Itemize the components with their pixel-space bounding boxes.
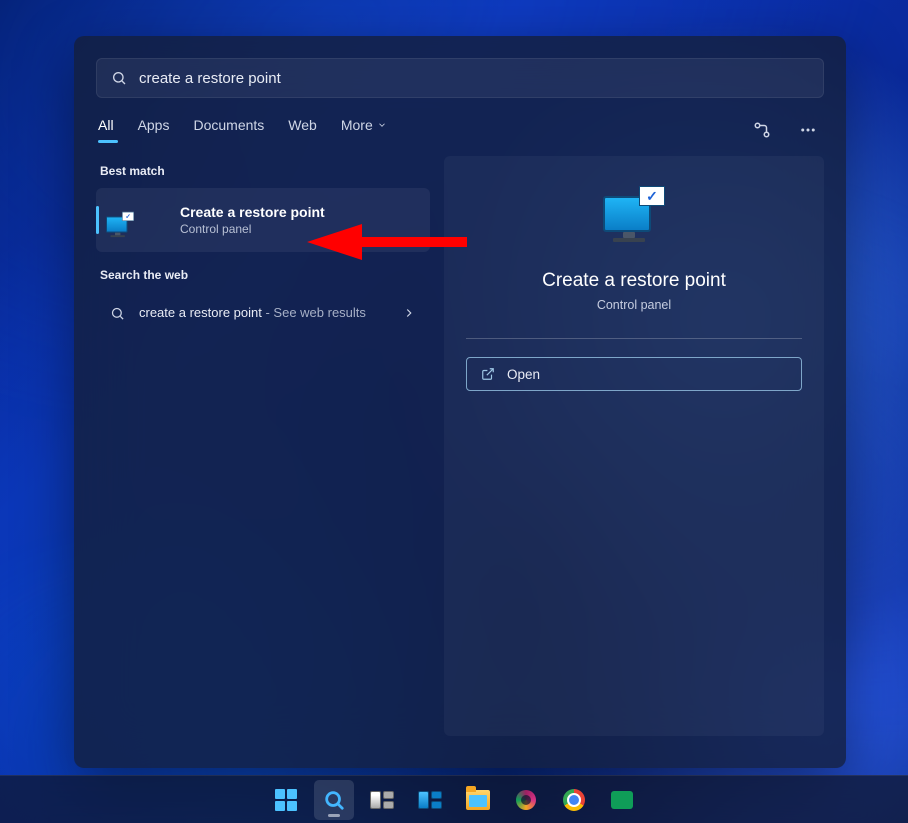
open-button-label: Open [507, 367, 540, 382]
quick-search-options-button[interactable] [748, 116, 776, 144]
preview-title: Create a restore point [542, 270, 726, 292]
result-subtitle: Control panel [180, 222, 325, 236]
web-result-text: create a restore point - See web results [139, 304, 388, 322]
desktop-wallpaper: All Apps Documents Web More Bes [0, 0, 908, 823]
preview-app-icon: ✓ [603, 186, 665, 244]
chrome-icon [563, 789, 585, 811]
tab-web[interactable]: Web [288, 117, 317, 143]
widgets-icon [418, 791, 442, 809]
open-external-icon [481, 367, 495, 381]
search-box[interactable] [96, 58, 824, 98]
result-title: Create a restore point [180, 204, 325, 220]
chevron-right-icon [402, 306, 416, 320]
search-input[interactable] [139, 70, 809, 87]
taskbar-start-button[interactable] [266, 780, 306, 820]
taskbar-app-loading[interactable] [506, 780, 546, 820]
taskbar-chrome[interactable] [554, 780, 594, 820]
search-icon [111, 70, 127, 86]
tab-more-label: More [341, 117, 373, 133]
taskbar [0, 775, 908, 823]
preview-subtitle: Control panel [597, 298, 671, 312]
open-button[interactable]: Open [466, 357, 802, 391]
result-thumbnail: ✓ [106, 211, 134, 229]
section-search-web: Search the web [100, 268, 430, 282]
start-search-panel: All Apps Documents Web More Bes [74, 36, 846, 768]
web-result-row[interactable]: create a restore point - See web results [96, 292, 430, 334]
more-options-button[interactable] [794, 116, 822, 144]
tab-apps[interactable]: Apps [138, 117, 170, 143]
tab-more[interactable]: More [341, 117, 387, 143]
chevron-down-icon [377, 120, 387, 130]
section-best-match: Best match [100, 164, 430, 178]
filter-tabs-row: All Apps Documents Web More [96, 116, 824, 144]
web-result-query: create a restore point [139, 305, 262, 320]
web-result-suffix: - See web results [262, 305, 366, 320]
spinner-icon [516, 790, 536, 810]
taskbar-task-view-button[interactable] [362, 780, 402, 820]
chat-icon [611, 791, 633, 809]
search-icon [323, 789, 345, 811]
windows-logo-icon [275, 789, 297, 811]
taskbar-widgets-button[interactable] [410, 780, 450, 820]
tab-documents[interactable]: Documents [193, 117, 264, 143]
taskbar-file-explorer[interactable] [458, 780, 498, 820]
taskbar-chat[interactable] [602, 780, 642, 820]
flow-icon [753, 121, 771, 139]
preview-column: ✓ Create a restore point Control panel O… [444, 156, 824, 736]
results-column: Best match ✓ Create a restore point Cont… [96, 156, 430, 736]
result-create-restore-point[interactable]: ✓ Create a restore point Control panel [96, 188, 430, 252]
file-explorer-icon [466, 790, 490, 810]
tab-all[interactable]: All [98, 117, 114, 143]
taskbar-search-button[interactable] [314, 780, 354, 820]
divider [466, 338, 802, 339]
search-icon [110, 306, 125, 321]
ellipsis-icon [799, 121, 817, 139]
task-view-icon [370, 791, 394, 809]
